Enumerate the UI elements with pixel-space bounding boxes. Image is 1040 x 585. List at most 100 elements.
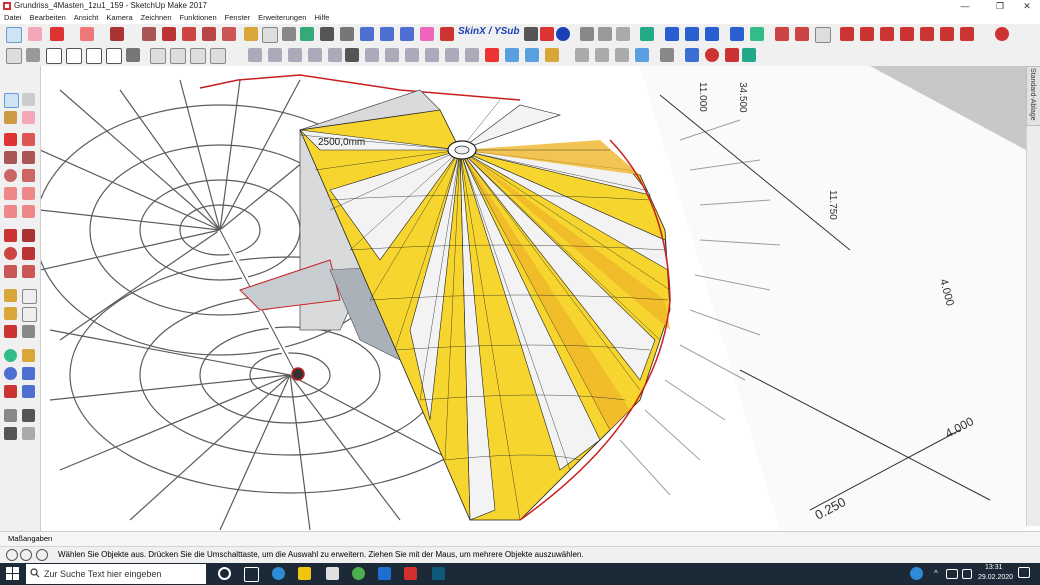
dimension-icon[interactable]: [22, 289, 37, 304]
sandbox-b-icon[interactable]: [405, 48, 419, 62]
tool-j-icon[interactable]: [775, 27, 789, 41]
sandbox-a-icon[interactable]: [385, 48, 399, 62]
orbit-tool-icon[interactable]: [4, 349, 17, 362]
layer-d-icon[interactable]: [725, 48, 739, 62]
eraser-icon[interactable]: [22, 111, 35, 124]
line-icon[interactable]: [4, 133, 17, 146]
sandbox-d-icon[interactable]: [445, 48, 459, 62]
extension-warehouse-icon[interactable]: [440, 27, 454, 41]
protractor-icon[interactable]: [4, 307, 17, 320]
followme-icon[interactable]: [202, 27, 216, 41]
edge-icon[interactable]: [272, 567, 285, 580]
tool-a-icon[interactable]: [580, 27, 594, 41]
previous-view-icon[interactable]: [22, 385, 35, 398]
pan-tool-icon[interactable]: [22, 349, 35, 362]
scale-tool-icon[interactable]: [4, 265, 17, 278]
paint-bucket-icon[interactable]: [4, 111, 17, 124]
tool-s-icon[interactable]: [960, 27, 974, 41]
zoom-extents-tool-icon[interactable]: [4, 385, 17, 398]
layer-a-icon[interactable]: [660, 48, 674, 62]
credits-icon[interactable]: [20, 549, 32, 561]
help-tray-icon[interactable]: [910, 567, 923, 580]
menu-funktionen[interactable]: Funktionen: [176, 12, 221, 24]
walk-icon[interactable]: [4, 427, 17, 440]
app-taskbar-icon[interactable]: [432, 567, 445, 580]
select-icon[interactable]: [4, 93, 19, 108]
maximize-button[interactable]: ❐: [985, 0, 1015, 12]
freehand-icon[interactable]: [22, 133, 35, 146]
close-button[interactable]: ✕: [1012, 0, 1040, 12]
help-status-icon[interactable]: [36, 549, 48, 561]
zoom-window-tool-icon[interactable]: [22, 367, 35, 380]
menu-ansicht[interactable]: Ansicht: [70, 12, 103, 24]
arc-a-icon[interactable]: [4, 187, 17, 200]
circle-icon[interactable]: [4, 169, 17, 182]
pencil-icon[interactable]: [50, 27, 64, 41]
section-fill-icon[interactable]: [345, 48, 359, 62]
view-top-icon[interactable]: [66, 48, 82, 64]
arc-icon[interactable]: [80, 27, 94, 41]
arc-b-icon[interactable]: [22, 187, 35, 200]
wireframe-icon[interactable]: [190, 48, 206, 64]
component-icon[interactable]: [22, 93, 35, 106]
tool-l-icon[interactable]: [815, 27, 831, 43]
tape-icon[interactable]: [244, 27, 258, 41]
xray-icon[interactable]: [150, 48, 166, 64]
tool-e-icon[interactable]: [665, 27, 679, 41]
rect-icon[interactable]: [4, 151, 17, 164]
menu-datei[interactable]: Datei: [0, 12, 26, 24]
solid-a-icon[interactable]: [485, 48, 499, 62]
solid-c-icon[interactable]: [525, 48, 539, 62]
tool-p-icon[interactable]: [900, 27, 914, 41]
polygon-icon[interactable]: [22, 169, 35, 182]
warehouse-icon[interactable]: [420, 27, 434, 41]
tool-c-icon[interactable]: [616, 27, 630, 41]
menu-erweiterungen[interactable]: Erweiterungen: [254, 12, 310, 24]
style-b-icon[interactable]: [595, 48, 609, 62]
solid-b-icon[interactable]: [505, 48, 519, 62]
network-icon[interactable]: [946, 569, 958, 579]
view-iso-icon[interactable]: [126, 48, 140, 62]
section-tool-icon[interactable]: [22, 427, 35, 440]
rotate-icon[interactable]: [182, 27, 196, 41]
position-camera-icon[interactable]: [4, 409, 17, 422]
solid-d-icon[interactable]: [545, 48, 559, 62]
menu-bearbeiten[interactable]: Bearbeiten: [26, 12, 70, 24]
sandbox-c-icon[interactable]: [425, 48, 439, 62]
followme-tool-icon[interactable]: [22, 247, 35, 260]
select-tool-icon[interactable]: [6, 27, 22, 43]
textured-icon[interactable]: [268, 48, 282, 62]
rectangle-icon[interactable]: [110, 27, 124, 41]
zoom-extents-icon[interactable]: [400, 27, 414, 41]
zoom-icon[interactable]: [360, 27, 374, 41]
tool-d-icon[interactable]: [640, 27, 654, 41]
3d-viewport[interactable]: 4.000 11.750 34.500 11.000 4.000 0.250: [41, 66, 1026, 530]
tape-measure-icon[interactable]: [4, 289, 17, 302]
paint-icon[interactable]: [300, 27, 314, 41]
offset-icon[interactable]: [22, 265, 35, 278]
tray-chevron-icon[interactable]: ^: [934, 569, 938, 578]
tool-r-icon[interactable]: [940, 27, 954, 41]
layer-b-icon[interactable]: [685, 48, 699, 62]
notifications-icon[interactable]: [1018, 567, 1030, 578]
pan-icon[interactable]: [340, 27, 354, 41]
menu-kamera[interactable]: Kamera: [102, 12, 136, 24]
pie-icon[interactable]: [22, 205, 35, 218]
clock-time[interactable]: 13:31: [985, 564, 1003, 571]
text-icon[interactable]: [262, 27, 278, 43]
rotated-rect-icon[interactable]: [22, 151, 35, 164]
style-d-icon[interactable]: [635, 48, 649, 62]
pushpull-tool-icon[interactable]: [22, 229, 35, 242]
view-right-icon[interactable]: [106, 48, 122, 64]
shaded-icon[interactable]: [248, 48, 262, 62]
help-icon[interactable]: [556, 27, 570, 41]
tool-q-icon[interactable]: [920, 27, 934, 41]
tool-m-icon[interactable]: [840, 27, 854, 41]
section-plane-icon[interactable]: [308, 48, 322, 62]
geo-icon[interactable]: [6, 549, 18, 561]
tool-t-icon[interactable]: [995, 27, 1009, 41]
view-front-icon[interactable]: [86, 48, 102, 64]
menu-hilfe[interactable]: Hilfe: [310, 12, 333, 24]
layer-e-icon[interactable]: [742, 48, 756, 62]
layer-c-icon[interactable]: [705, 48, 719, 62]
